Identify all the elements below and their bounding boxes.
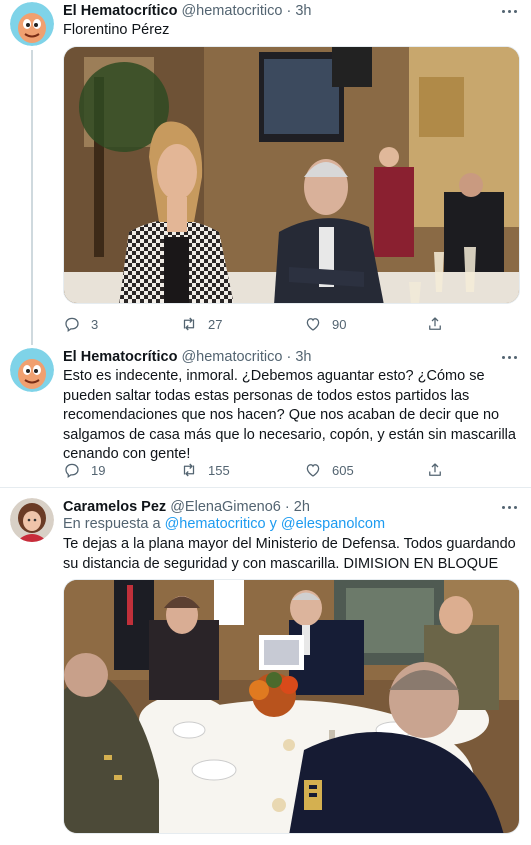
user-handle[interactable]: @hematocritico [181,3,282,19]
retweet-icon [183,463,195,477]
tweet-header: Caramelos Pez @ElenaGimeno6 · 2h [63,499,310,515]
thread-line [31,50,33,345]
more-options-icon[interactable] [501,4,519,18]
tweet-3[interactable]: Caramelos Pez @ElenaGimeno6 · 2h En resp… [0,492,531,845]
more-options-icon[interactable] [501,500,519,514]
heart-icon [306,318,320,331]
retweet-button[interactable]: 27 [180,314,222,334]
like-button[interactable]: 605 [304,460,354,480]
like-button[interactable]: 90 [304,314,346,334]
tweet-text: Florentino Pérez [63,22,170,38]
reply-joiner: y [269,516,277,532]
user-handle[interactable]: @hematocritico [181,349,282,365]
tweet-text: Te dejas a la plana mayor del Ministerio… [63,536,516,572]
tweet-photo[interactable] [63,46,520,304]
tweet-1[interactable]: El Hematocrítico @hematocritico · 3h Flo… [0,0,531,345]
like-count: 90 [332,316,347,332]
reply-button[interactable]: 19 [63,460,105,480]
tweet-actions: 19 155 605 [63,460,463,480]
tweet-text: Esto es indecente, inmoral. ¿Debemos agu… [63,368,516,462]
tweet-divider [0,487,531,488]
display-name[interactable]: El Hematocrítico [63,3,177,19]
retweet-count: 155 [208,462,230,478]
reply-icon [65,317,79,332]
tweet-2[interactable]: El Hematocrítico @hematocritico · 3h Est… [0,345,531,485]
reply-icon [65,463,79,478]
retweet-button[interactable]: 155 [180,460,230,480]
more-options-icon[interactable] [501,350,519,364]
reply-count: 3 [91,316,99,332]
mention-link[interactable]: @elespanolcom [281,516,385,532]
timestamp[interactable]: 3h [295,349,311,365]
reply-button[interactable]: 3 [63,314,98,334]
share-icon [429,317,441,330]
separator-dot: · [286,3,292,19]
display-name[interactable]: Caramelos Pez [63,499,166,515]
tweet-actions: 3 27 90 [63,314,463,334]
tweet-header: El Hematocrítico @hematocritico · 3h [63,349,311,365]
reply-count: 19 [91,462,106,478]
tweet-header: El Hematocrítico @hematocritico · 3h [63,3,311,19]
avatar[interactable] [10,498,54,542]
timestamp[interactable]: 2h [294,499,310,515]
retweet-count: 27 [208,316,223,332]
reply-prefix: En respuesta a [63,516,161,532]
separator-dot: · [286,349,292,365]
share-button[interactable] [426,314,444,334]
tweet-photo[interactable] [63,579,520,834]
share-button[interactable] [426,460,444,480]
like-count: 605 [332,462,354,478]
heart-icon [306,464,320,477]
separator-dot: · [284,499,290,515]
timestamp[interactable]: 3h [295,3,311,19]
avatar[interactable] [10,2,54,46]
user-handle[interactable]: @ElenaGimeno6 [170,499,281,515]
display-name[interactable]: El Hematocrítico [63,349,177,365]
avatar[interactable] [10,348,54,392]
reply-context: En respuesta a @hematocritico y @elespan… [63,516,385,532]
share-icon [429,463,441,476]
mention-link[interactable]: @hematocritico [165,516,266,532]
retweet-icon [183,317,195,331]
